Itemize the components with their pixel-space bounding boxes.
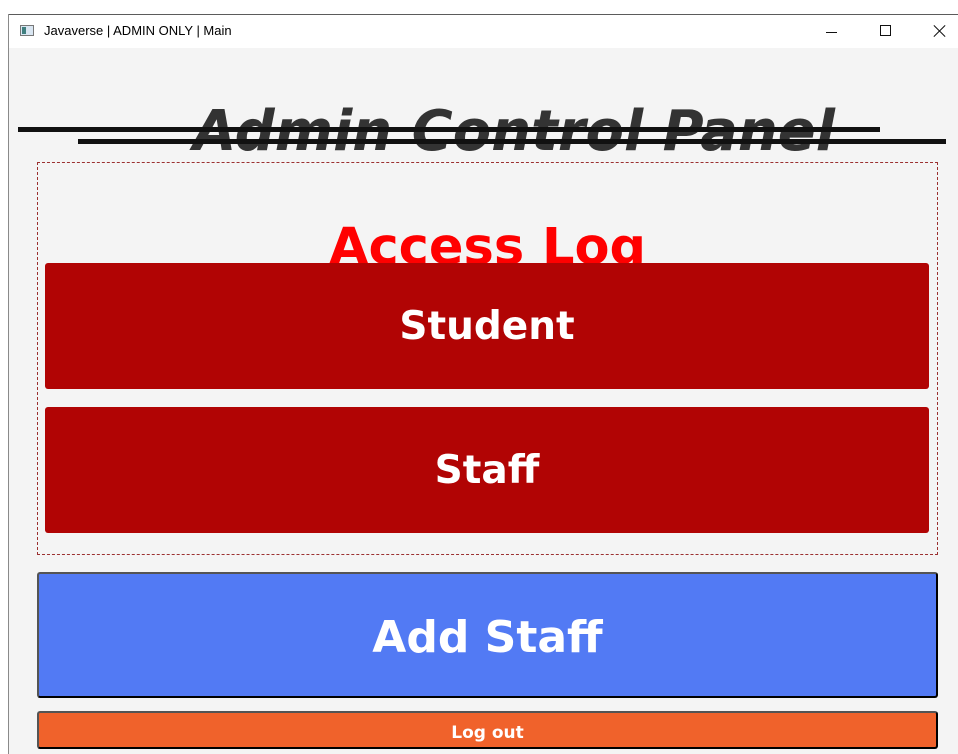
application-window: Javaverse | ADMIN ONLY | Main Admin Cont… — [8, 14, 958, 754]
logout-button[interactable]: Log out — [37, 711, 938, 749]
maximize-button[interactable] — [862, 15, 908, 48]
app-window-icon — [20, 25, 34, 36]
admin-control-panel-content: Admin Control Panel Access Log Student S… — [9, 48, 958, 754]
student-access-log-button[interactable]: Student — [45, 263, 929, 389]
maximize-icon — [880, 25, 891, 36]
access-log-panel: Access Log Student Staff — [37, 162, 938, 555]
minimize-icon — [826, 32, 837, 33]
window-title: Javaverse | ADMIN ONLY | Main — [44, 23, 232, 38]
close-button[interactable] — [916, 15, 958, 48]
title-underline-lower — [78, 139, 946, 144]
title-underline-upper — [18, 127, 880, 132]
window-titlebar[interactable]: Javaverse | ADMIN ONLY | Main — [9, 14, 958, 48]
close-icon — [933, 24, 947, 38]
staff-access-log-button[interactable]: Staff — [45, 407, 929, 533]
minimize-button[interactable] — [808, 15, 854, 48]
add-staff-button[interactable]: Add Staff — [37, 572, 938, 698]
